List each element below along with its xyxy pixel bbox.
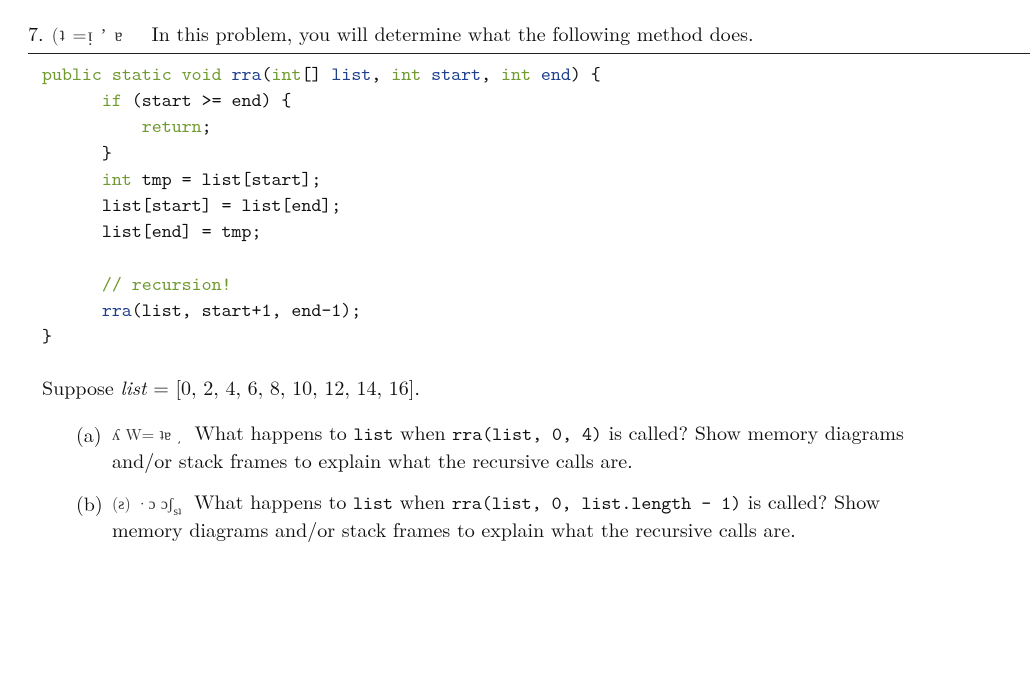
tok: , xyxy=(481,62,501,87)
problem-intro: In this problem, you will determine what… xyxy=(152,18,754,47)
tok: return xyxy=(142,114,202,139)
part-b-artifact: (ƨ) ·ɔ ɔʃѕʇ xyxy=(112,491,181,514)
part-a-artifact: ʎ W= ʇɐ ͵ xyxy=(112,422,182,445)
tok: ) { xyxy=(571,62,601,87)
header-rule xyxy=(28,53,1030,54)
tok: list xyxy=(331,62,371,87)
tok: int xyxy=(102,167,132,192)
suppose-prefix: Suppose xyxy=(42,372,120,401)
tok: [] xyxy=(301,62,321,87)
tok: rra xyxy=(232,62,262,87)
part-b-t1: What happens to xyxy=(194,486,353,515)
part-b-t2: when xyxy=(393,486,452,515)
part-a-m2: rra(list, 0, 4) xyxy=(452,422,602,447)
tok: if xyxy=(102,88,122,113)
part-a-t1: What happens to xyxy=(194,417,353,446)
parts-list: (a) ʎ W= ʇɐ ͵ What happens to list when … xyxy=(76,419,1030,542)
tok: tmp = list[start]; xyxy=(132,167,322,192)
problem-header: 7. (ʇ =ᴉ ʼ ɐ In this problem, you will d… xyxy=(28,18,1030,47)
tok: int xyxy=(391,62,421,87)
tok: (start >= end) { xyxy=(122,88,292,113)
part-a-t2: when xyxy=(393,417,452,446)
suppose-eq: = [0, 2, 4, 6, 8, 10, 12, 14, 16]. xyxy=(147,372,420,401)
part-b-artifact-main: (ƨ) ·ɔ ɔʃ xyxy=(112,491,173,514)
part-a-m1: list xyxy=(353,422,393,447)
tok: static xyxy=(112,62,172,87)
part-a-body: ʎ W= ʇɐ ͵ What happens to list when rra(… xyxy=(112,419,952,473)
part-b: (b) (ƨ) ·ɔ ɔʃѕʇ What happens to list whe… xyxy=(76,488,1030,542)
tok: int xyxy=(272,62,302,87)
tok: start xyxy=(431,62,481,87)
header-artifact: (ʇ =ᴉ ʼ ɐ xyxy=(52,22,124,47)
part-a-label: (a) xyxy=(76,419,112,448)
problem-number: 7. xyxy=(28,18,44,47)
tok-comment: // recursion! xyxy=(102,272,232,297)
code-block: public static void rra(int[] list, int s… xyxy=(42,62,1030,350)
suppose-line: Suppose list = [0, 2, 4, 6, 8, 10, 12, 1… xyxy=(42,372,1030,401)
suppose-var: list xyxy=(120,372,146,401)
tok: list[start] = list[end]; xyxy=(102,193,341,218)
part-b-label: (b) xyxy=(76,488,112,517)
tok: ; xyxy=(202,114,212,139)
tok: , xyxy=(371,62,391,87)
tok: ( xyxy=(262,62,272,87)
tok: } xyxy=(102,141,112,166)
tok: void xyxy=(182,62,222,87)
tok: rra xyxy=(102,298,132,323)
tok: } xyxy=(42,324,52,349)
part-a: (a) ʎ W= ʇɐ ͵ What happens to list when … xyxy=(76,419,1030,473)
part-b-body: (ƨ) ·ɔ ɔʃѕʇ What happens to list when rr… xyxy=(112,488,952,542)
part-b-artifact-sub: ѕʇ xyxy=(173,502,181,519)
tok: (list, start+1, end-1); xyxy=(132,298,361,323)
part-b-m1: list xyxy=(353,491,393,516)
part-b-m2: rra(list, 0, list.length - 1) xyxy=(452,491,741,516)
tok: public xyxy=(42,62,102,87)
tok: int xyxy=(501,62,531,87)
tok: end xyxy=(541,62,571,87)
tok: list[end] = tmp; xyxy=(102,219,262,244)
